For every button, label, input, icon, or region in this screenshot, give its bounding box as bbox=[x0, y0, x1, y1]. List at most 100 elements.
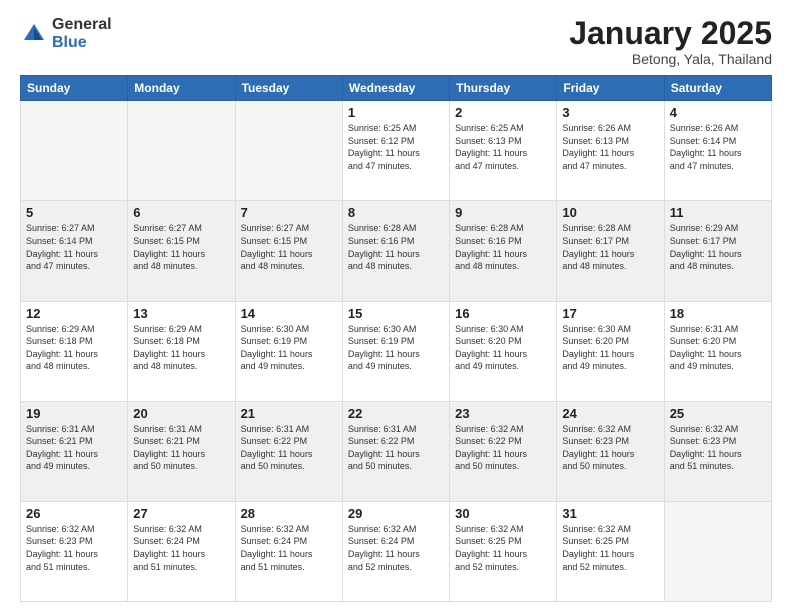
calendar-cell: 13 Sunrise: 6:29 AMSunset: 6:18 PMDayligh… bbox=[128, 301, 235, 401]
calendar-cell bbox=[235, 101, 342, 201]
day-number: 17 bbox=[562, 306, 658, 321]
calendar-cell: 19 Sunrise: 6:31 AMSunset: 6:21 PMDayligh… bbox=[21, 401, 128, 501]
day-number: 10 bbox=[562, 205, 658, 220]
day-info: Sunrise: 6:29 AMSunset: 6:18 PMDaylight:… bbox=[133, 323, 229, 373]
page-subtitle: Betong, Yala, Thailand bbox=[569, 51, 772, 67]
day-number: 23 bbox=[455, 406, 551, 421]
day-info: Sunrise: 6:29 AMSunset: 6:18 PMDaylight:… bbox=[26, 323, 122, 373]
day-info: Sunrise: 6:31 AMSunset: 6:22 PMDaylight:… bbox=[348, 423, 444, 473]
day-info: Sunrise: 6:26 AMSunset: 6:14 PMDaylight:… bbox=[670, 122, 766, 172]
day-number: 11 bbox=[670, 205, 766, 220]
day-info: Sunrise: 6:27 AMSunset: 6:15 PMDaylight:… bbox=[241, 222, 337, 272]
day-info: Sunrise: 6:30 AMSunset: 6:19 PMDaylight:… bbox=[241, 323, 337, 373]
calendar-cell: 4 Sunrise: 6:26 AMSunset: 6:14 PMDaylight… bbox=[664, 101, 771, 201]
logo-blue: Blue bbox=[52, 34, 112, 52]
calendar-cell: 8Sunrise: 6:28 AMSunset: 6:16 PMDaylight… bbox=[342, 201, 449, 301]
calendar-cell: 1 Sunrise: 6:25 AMSunset: 6:12 PMDaylight… bbox=[342, 101, 449, 201]
calendar-cell: 10 Sunrise: 6:28 AMSunset: 6:17 PMDayligh… bbox=[557, 201, 664, 301]
calendar-week-3: 12 Sunrise: 6:29 AMSunset: 6:18 PMDayligh… bbox=[21, 301, 772, 401]
calendar-cell: 2 Sunrise: 6:25 AMSunset: 6:13 PMDaylight… bbox=[450, 101, 557, 201]
day-info: Sunrise: 6:32 AMSunset: 6:23 PMDaylight:… bbox=[562, 423, 658, 473]
calendar-cell: 21 Sunrise: 6:31 AMSunset: 6:22 PMDayligh… bbox=[235, 401, 342, 501]
day-number: 5 bbox=[26, 205, 122, 220]
weekday-header-wednesday: Wednesday bbox=[342, 76, 449, 101]
weekday-header-monday: Monday bbox=[128, 76, 235, 101]
day-info: Sunrise: 6:28 AMSunset: 6:16 PMDaylight:… bbox=[348, 222, 444, 272]
day-info: Sunrise: 6:32 AMSunset: 6:24 PMDaylight:… bbox=[241, 523, 337, 573]
calendar-cell: 28 Sunrise: 6:32 AMSunset: 6:24 PMDayligh… bbox=[235, 501, 342, 601]
weekday-header-friday: Friday bbox=[557, 76, 664, 101]
day-number: 2 bbox=[455, 105, 551, 120]
calendar-cell: 15 Sunrise: 6:30 AMSunset: 6:19 PMDayligh… bbox=[342, 301, 449, 401]
day-info: Sunrise: 6:25 AMSunset: 6:12 PMDaylight:… bbox=[348, 122, 444, 172]
day-info: Sunrise: 6:30 AMSunset: 6:20 PMDaylight:… bbox=[562, 323, 658, 373]
calendar-week-1: 1 Sunrise: 6:25 AMSunset: 6:12 PMDaylight… bbox=[21, 101, 772, 201]
day-number: 1 bbox=[348, 105, 444, 120]
day-number: 19 bbox=[26, 406, 122, 421]
day-number: 21 bbox=[241, 406, 337, 421]
calendar-week-4: 19 Sunrise: 6:31 AMSunset: 6:21 PMDayligh… bbox=[21, 401, 772, 501]
day-number: 31 bbox=[562, 506, 658, 521]
day-number: 28 bbox=[241, 506, 337, 521]
day-number: 7 bbox=[241, 205, 337, 220]
day-info: Sunrise: 6:28 AMSunset: 6:17 PMDaylight:… bbox=[562, 222, 658, 272]
calendar-table: SundayMondayTuesdayWednesdayThursdayFrid… bbox=[20, 75, 772, 602]
calendar-cell: 17 Sunrise: 6:30 AMSunset: 6:20 PMDayligh… bbox=[557, 301, 664, 401]
day-info: Sunrise: 6:32 AMSunset: 6:24 PMDaylight:… bbox=[348, 523, 444, 573]
calendar-cell: 14 Sunrise: 6:30 AMSunset: 6:19 PMDayligh… bbox=[235, 301, 342, 401]
weekday-header-saturday: Saturday bbox=[664, 76, 771, 101]
calendar-cell: 11 Sunrise: 6:29 AMSunset: 6:17 PMDayligh… bbox=[664, 201, 771, 301]
logo-general: General bbox=[52, 16, 112, 34]
calendar-cell: 26Sunrise: 6:32 AMSunset: 6:23 PMDayligh… bbox=[21, 501, 128, 601]
calendar-cell: 16Sunrise: 6:30 AMSunset: 6:20 PMDayligh… bbox=[450, 301, 557, 401]
day-info: Sunrise: 6:29 AMSunset: 6:17 PMDaylight:… bbox=[670, 222, 766, 272]
calendar-cell: 24Sunrise: 6:32 AMSunset: 6:23 PMDayligh… bbox=[557, 401, 664, 501]
day-number: 16 bbox=[455, 306, 551, 321]
logo: General Blue bbox=[20, 16, 112, 51]
day-number: 30 bbox=[455, 506, 551, 521]
calendar-cell: 25Sunrise: 6:32 AMSunset: 6:23 PMDayligh… bbox=[664, 401, 771, 501]
calendar-cell: 20 Sunrise: 6:31 AMSunset: 6:21 PMDayligh… bbox=[128, 401, 235, 501]
calendar-cell bbox=[128, 101, 235, 201]
logo-text: General Blue bbox=[52, 16, 112, 51]
day-info: Sunrise: 6:32 AMSunset: 6:24 PMDaylight:… bbox=[133, 523, 229, 573]
calendar-cell: 30 Sunrise: 6:32 AMSunset: 6:25 PMDayligh… bbox=[450, 501, 557, 601]
day-number: 6 bbox=[133, 205, 229, 220]
day-info: Sunrise: 6:32 AMSunset: 6:25 PMDaylight:… bbox=[455, 523, 551, 573]
calendar-cell: 31 Sunrise: 6:32 AMSunset: 6:25 PMDayligh… bbox=[557, 501, 664, 601]
calendar-cell: 18Sunrise: 6:31 AMSunset: 6:20 PMDayligh… bbox=[664, 301, 771, 401]
day-number: 29 bbox=[348, 506, 444, 521]
day-number: 15 bbox=[348, 306, 444, 321]
day-info: Sunrise: 6:32 AMSunset: 6:23 PMDaylight:… bbox=[670, 423, 766, 473]
calendar-cell: 6Sunrise: 6:27 AMSunset: 6:15 PMDaylight… bbox=[128, 201, 235, 301]
header: General Blue January 2025 Betong, Yala, … bbox=[20, 16, 772, 67]
day-info: Sunrise: 6:30 AMSunset: 6:19 PMDaylight:… bbox=[348, 323, 444, 373]
day-number: 13 bbox=[133, 306, 229, 321]
calendar-cell bbox=[21, 101, 128, 201]
calendar-header-row: SundayMondayTuesdayWednesdayThursdayFrid… bbox=[21, 76, 772, 101]
day-info: Sunrise: 6:31 AMSunset: 6:21 PMDaylight:… bbox=[26, 423, 122, 473]
day-info: Sunrise: 6:31 AMSunset: 6:22 PMDaylight:… bbox=[241, 423, 337, 473]
day-info: Sunrise: 6:27 AMSunset: 6:14 PMDaylight:… bbox=[26, 222, 122, 272]
day-info: Sunrise: 6:31 AMSunset: 6:20 PMDaylight:… bbox=[670, 323, 766, 373]
day-info: Sunrise: 6:32 AMSunset: 6:22 PMDaylight:… bbox=[455, 423, 551, 473]
day-info: Sunrise: 6:25 AMSunset: 6:13 PMDaylight:… bbox=[455, 122, 551, 172]
calendar-cell: 27Sunrise: 6:32 AMSunset: 6:24 PMDayligh… bbox=[128, 501, 235, 601]
weekday-header-tuesday: Tuesday bbox=[235, 76, 342, 101]
day-number: 3 bbox=[562, 105, 658, 120]
logo-icon bbox=[20, 20, 48, 48]
day-info: Sunrise: 6:31 AMSunset: 6:21 PMDaylight:… bbox=[133, 423, 229, 473]
day-info: Sunrise: 6:32 AMSunset: 6:25 PMDaylight:… bbox=[562, 523, 658, 573]
day-number: 22 bbox=[348, 406, 444, 421]
calendar-week-5: 26Sunrise: 6:32 AMSunset: 6:23 PMDayligh… bbox=[21, 501, 772, 601]
calendar-cell: 3Sunrise: 6:26 AMSunset: 6:13 PMDaylight… bbox=[557, 101, 664, 201]
day-number: 20 bbox=[133, 406, 229, 421]
calendar-cell: 9Sunrise: 6:28 AMSunset: 6:16 PMDaylight… bbox=[450, 201, 557, 301]
weekday-header-thursday: Thursday bbox=[450, 76, 557, 101]
page-title: January 2025 bbox=[569, 16, 772, 51]
day-number: 12 bbox=[26, 306, 122, 321]
day-number: 14 bbox=[241, 306, 337, 321]
day-number: 4 bbox=[670, 105, 766, 120]
day-number: 9 bbox=[455, 205, 551, 220]
page: General Blue January 2025 Betong, Yala, … bbox=[0, 0, 792, 612]
